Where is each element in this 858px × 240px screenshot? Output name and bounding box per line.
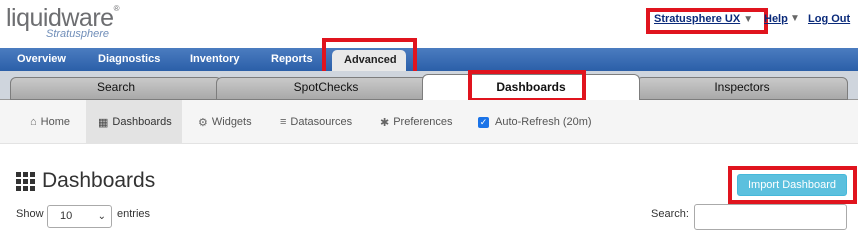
nav-reports[interactable]: Reports — [271, 53, 313, 65]
logo-trademark: ® — [113, 4, 120, 13]
toolbar-dashboards-label: Dashboards — [112, 116, 172, 128]
cogs-icon: ⚙ — [198, 116, 208, 129]
grid-icon: ▦ — [98, 116, 109, 129]
user-name-link[interactable]: Stratusphere UX — [654, 13, 740, 25]
toolbar-preferences-label: Preferences — [393, 116, 453, 128]
help-link[interactable]: Help — [764, 13, 788, 25]
main-nav: Overview Diagnostics Inventory Reports — [0, 48, 858, 71]
dashboards-tab-highlight — [468, 70, 586, 102]
toolbar-preferences[interactable]: ✱ Preferences — [368, 100, 465, 144]
toolbar-widgets[interactable]: ⚙ Widgets — [186, 100, 264, 144]
search-input[interactable] — [694, 204, 847, 230]
nav-overview[interactable]: Overview — [17, 53, 66, 65]
toolbar-datasources-label: Datasources — [290, 116, 353, 128]
chevron-down-icon: ⌄ — [97, 211, 106, 222]
home-icon: ⌂ — [30, 116, 37, 128]
tab-spotchecks[interactable]: SpotChecks — [216, 77, 436, 100]
nav-diagnostics[interactable]: Diagnostics — [98, 53, 160, 65]
liquidware-logo: liquidware® Stratusphere — [6, 4, 120, 40]
auto-refresh-label: Auto-Refresh (20m) — [495, 116, 592, 128]
show-label: Show — [16, 208, 44, 220]
search-label: Search: — [651, 208, 689, 220]
database-icon: ≡ — [280, 116, 287, 128]
gear-icon: ✱ — [380, 116, 390, 129]
toolbar-dashboards[interactable]: ▦ Dashboards — [86, 100, 182, 144]
page-title: Dashboards — [16, 169, 155, 193]
tab-inspectors[interactable]: Inspectors — [636, 77, 848, 100]
page-title-text: Dashboards — [42, 169, 156, 192]
entries-value: 10 — [60, 210, 73, 222]
logout-link[interactable]: Log Out — [808, 13, 850, 25]
entries-select[interactable]: 10 ⌄ — [47, 205, 112, 228]
entries-label: entries — [117, 208, 151, 220]
help-dropdown-arrow-icon: ▼ — [790, 13, 800, 24]
user-menu[interactable]: Stratusphere UX ▼ — [654, 13, 753, 25]
dashboards-grid-icon — [16, 171, 35, 191]
toolbar-widgets-label: Widgets — [211, 116, 252, 128]
dropdown-arrow-icon: ▼ — [743, 14, 754, 25]
import-dashboard-button[interactable]: Import Dashboard — [737, 174, 847, 196]
toolbar-home[interactable]: ⌂ Home — [18, 100, 82, 144]
toolbar-datasources[interactable]: ≡ Datasources — [268, 100, 364, 144]
auto-refresh-toggle[interactable]: ✓ Auto-Refresh (20m) — [466, 100, 604, 144]
tab-search[interactable]: Search — [10, 77, 222, 100]
logo-subtitle: Stratusphere — [46, 28, 109, 40]
auto-refresh-checkbox[interactable]: ✓ — [478, 116, 489, 128]
nav-inventory[interactable]: Inventory — [190, 53, 240, 65]
toolbar-home-label: Home — [40, 116, 70, 128]
